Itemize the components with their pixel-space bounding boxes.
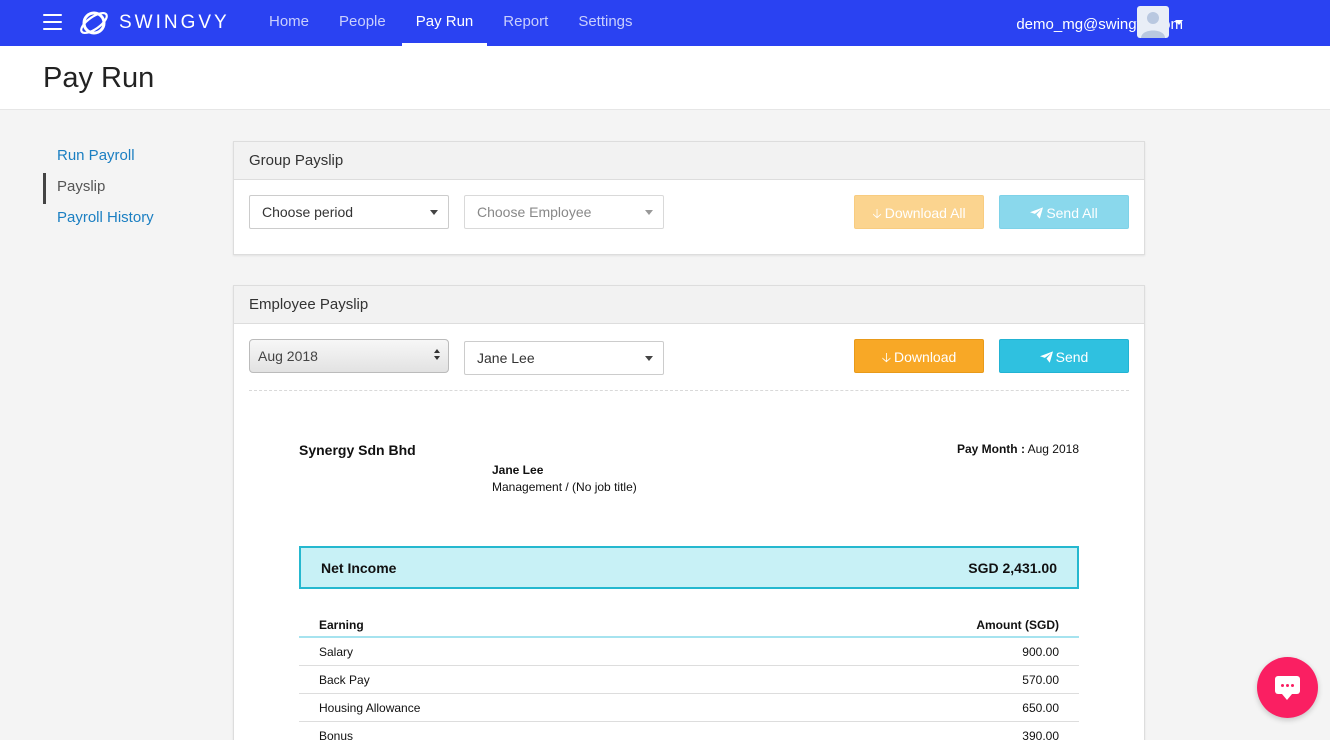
group-payslip-panel: Group Payslip Choose period Choose Emplo… [233, 141, 1145, 255]
employee-payslip-title: Employee Payslip [234, 286, 1144, 324]
group-payslip-title: Group Payslip [234, 142, 1144, 180]
employee-name: Jane Lee [492, 463, 544, 477]
caret-down-icon [430, 210, 438, 215]
table-row: Salary 900.00 [299, 638, 1079, 666]
download-button[interactable]: 🡣 Download [854, 339, 984, 373]
earning-amount: 900.00 [1022, 645, 1059, 659]
earning-name: Bonus [319, 729, 354, 740]
column-header-earning: Earning [319, 618, 364, 632]
menu-icon[interactable] [43, 14, 62, 30]
pay-month-label: Pay Month : [956, 442, 1025, 456]
top-navbar: SWINGVY Home People Pay Run Report Setti… [0, 0, 1330, 46]
earning-amount: 390.00 [1022, 729, 1059, 740]
paper-plane-icon [1039, 341, 1053, 375]
send-button[interactable]: Send [999, 339, 1129, 373]
page-title: Pay Run [43, 62, 155, 94]
earning-amount: 570.00 [1022, 673, 1059, 687]
nav-report[interactable]: Report [489, 0, 562, 46]
sidebar: Run Payroll Payslip Payroll History [43, 142, 154, 235]
employee-select-value: Jane Lee [477, 350, 535, 366]
employee-payslip-panel: Employee Payslip Aug 2018 Jane Lee 🡣 Down… [233, 285, 1145, 740]
main-nav: Home People Pay Run Report Settings [255, 0, 649, 46]
table-row: Housing Allowance 650.00 [299, 694, 1079, 722]
download-icon: 🡣 [881, 350, 892, 365]
page-header: Pay Run [0, 46, 1330, 110]
caret-down-icon[interactable] [1175, 20, 1183, 25]
nav-home[interactable]: Home [255, 0, 323, 46]
net-income-value: SGD 2,431.00 [968, 560, 1057, 576]
chat-icon [1275, 676, 1300, 700]
table-row: Bonus 390.00 [299, 722, 1079, 740]
net-income-label: Net Income [321, 560, 397, 576]
brand-logo[interactable]: SWINGVY [78, 7, 230, 39]
download-label: Download [894, 349, 957, 365]
download-icon: 🡣 [872, 206, 882, 221]
sidebar-item-payroll-history[interactable]: Payroll History [43, 204, 154, 235]
month-select[interactable]: Aug 2018 [249, 339, 449, 373]
company-name: Synergy Sdn Bhd [299, 442, 416, 458]
earnings-table: Earning Amount (SGD) Salary 900.00 Back … [299, 611, 1079, 740]
sidebar-item-payslip[interactable]: Payslip [43, 173, 154, 204]
net-income-box: Net Income SGD 2,431.00 [299, 546, 1079, 589]
nav-pay-run[interactable]: Pay Run [401, 0, 488, 46]
employee-select[interactable]: Jane Lee [464, 341, 664, 375]
stepper-arrows-icon [434, 349, 442, 363]
paper-plane-icon [1030, 197, 1044, 231]
divider [249, 390, 1129, 391]
employee-select-placeholder: Choose Employee [477, 204, 592, 220]
month-select-value: Aug 2018 [258, 348, 318, 364]
chat-button[interactable] [1257, 657, 1318, 718]
send-label: Send [1055, 349, 1089, 365]
column-header-amount: Amount (SGD) [976, 618, 1059, 632]
earning-name: Housing Allowance [319, 701, 421, 715]
download-all-button[interactable]: 🡣 Download All [854, 195, 984, 229]
brand-name: SWINGVY [119, 12, 230, 33]
table-header-row: Earning Amount (SGD) [299, 611, 1079, 638]
caret-down-icon [645, 210, 653, 215]
period-select-value: Choose period [262, 204, 354, 220]
employee-select-disabled[interactable]: Choose Employee [464, 195, 664, 229]
table-row: Back Pay 570.00 [299, 666, 1079, 694]
caret-down-icon [645, 356, 653, 361]
pay-month-value: Aug 2018 [1027, 442, 1079, 456]
send-all-button[interactable]: Send All [999, 195, 1129, 229]
earning-amount: 650.00 [1022, 701, 1059, 715]
download-all-label: Download All [884, 205, 966, 221]
swingvy-logo-icon [80, 11, 108, 35]
pay-month: Pay Month : Aug 2018 [957, 442, 1079, 456]
earning-name: Back Pay [319, 673, 370, 687]
nav-settings[interactable]: Settings [564, 0, 646, 46]
send-all-label: Send All [1046, 205, 1098, 221]
user-avatar-icon[interactable] [1137, 6, 1169, 38]
nav-people[interactable]: People [325, 0, 400, 46]
sidebar-item-run-payroll[interactable]: Run Payroll [43, 142, 154, 173]
earning-name: Salary [319, 645, 354, 659]
period-select[interactable]: Choose period [249, 195, 449, 229]
employee-department: Management / (No job title) [492, 480, 637, 494]
